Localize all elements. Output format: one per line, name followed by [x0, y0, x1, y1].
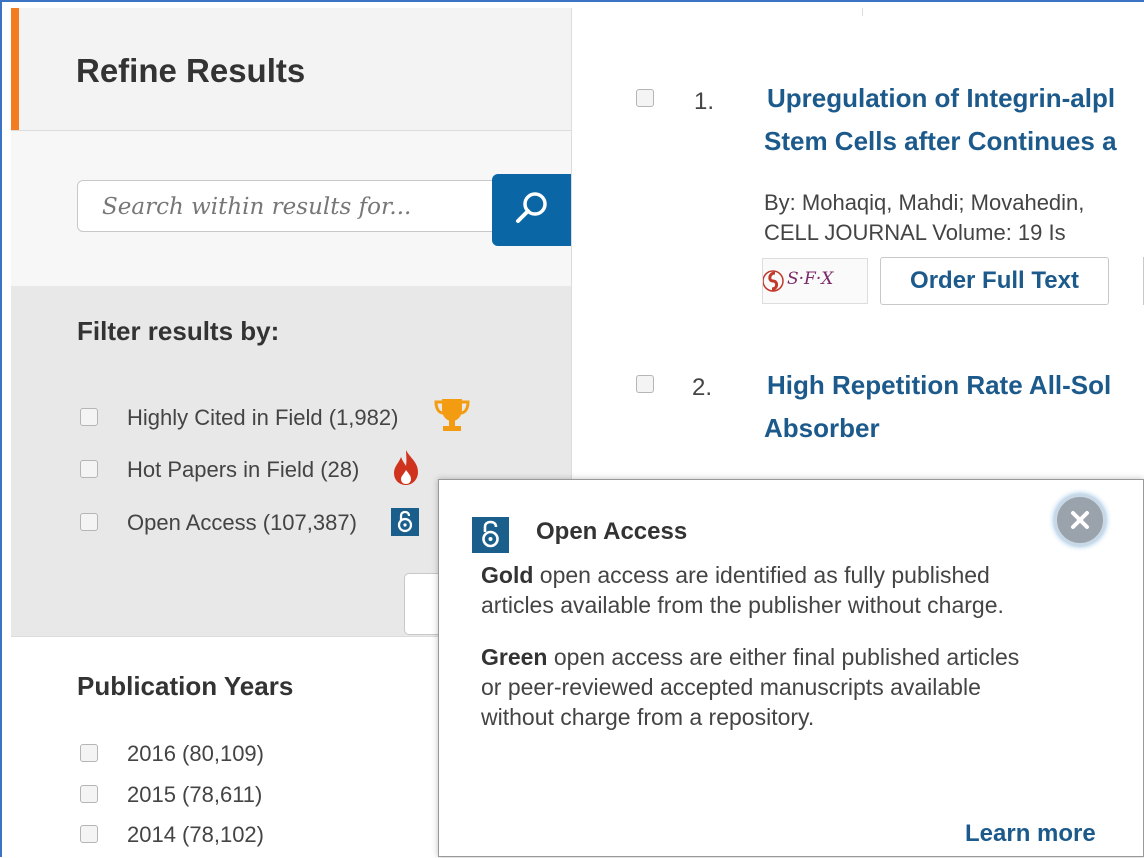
green-text-1: open access are either final published a…	[547, 644, 1020, 670]
result-title-1-line2[interactable]: Stem Cells after Continues a	[764, 126, 1117, 157]
year-checkbox-2014[interactable]	[80, 825, 98, 843]
result-title-2-line1[interactable]: High Repetition Rate All-Sol	[767, 370, 1111, 401]
popover-title: Open Access	[536, 518, 688, 545]
result-number-2: 2.	[692, 374, 713, 401]
flame-icon	[394, 450, 418, 485]
search-area: Search within results for...	[11, 131, 571, 286]
gold-description: Gold open access are identified as fully…	[481, 560, 1121, 620]
years-title: Publication Years	[77, 671, 294, 701]
result-authors-1: By: Mohaqiq, Mahdi; Movahedin,	[764, 190, 1085, 215]
close-button[interactable]	[1054, 494, 1106, 546]
filter-label-highly-cited[interactable]: Highly Cited in Field (1,982)	[127, 405, 398, 431]
year-checkbox-2015[interactable]	[80, 785, 98, 803]
learn-more-link[interactable]: Learn more	[965, 820, 1096, 848]
search-icon	[516, 192, 547, 223]
filter-label-hot-papers[interactable]: Hot Papers in Field (28)	[127, 457, 359, 483]
result-number-1: 1.	[694, 88, 715, 115]
top-divider	[862, 8, 863, 16]
open-access-popover: Open Access Gold open access are identif…	[438, 479, 1144, 857]
order-full-text-button[interactable]: Order Full Text	[880, 257, 1109, 305]
filter-label-open-access[interactable]: Open Access (107,387)	[127, 510, 357, 536]
sfx-label: S·F·X	[787, 269, 834, 289]
year-label-2015[interactable]: 2015 (78,611)	[127, 782, 262, 808]
close-icon	[1071, 511, 1089, 529]
gold-term: Gold	[481, 562, 534, 588]
gold-text-1: open access are identified as fully publ…	[533, 562, 990, 588]
refine-title: Refine Results	[76, 52, 306, 89]
result-checkbox-1[interactable]	[636, 89, 654, 107]
filter-checkbox-open-access[interactable]	[80, 513, 98, 531]
gold-text-2: articles available from the publisher wi…	[481, 592, 1004, 618]
year-label-2016[interactable]: 2016 (80,109)	[127, 741, 264, 767]
result-journal-1: CELL JOURNAL Volume: 19 Is	[764, 220, 1066, 245]
filter-title: Filter results by:	[77, 316, 280, 346]
open-access-icon	[472, 517, 509, 553]
refine-header: Refine Results	[11, 8, 571, 131]
green-description: Green open access are either final publi…	[481, 642, 1121, 732]
year-label-2014[interactable]: 2014 (78,102)	[127, 822, 264, 848]
search-input[interactable]: Search within results for...	[77, 180, 497, 232]
year-checkbox-2016[interactable]	[80, 744, 98, 762]
green-text-2: or peer-reviewed accepted manuscripts av…	[481, 674, 981, 700]
green-term: Green	[481, 644, 548, 670]
trophy-icon	[434, 399, 470, 431]
sfx-link[interactable]: S·F·X	[762, 258, 868, 304]
filter-checkbox-hot-papers[interactable]	[80, 460, 98, 478]
result-title-2-line2[interactable]: Absorber	[764, 413, 880, 444]
filter-checkbox-highly-cited[interactable]	[80, 408, 98, 426]
green-text-3: without charge from a repository.	[481, 704, 815, 730]
open-access-icon	[391, 508, 419, 536]
result-title-1-line1[interactable]: Upregulation of Integrin-alpl	[767, 83, 1115, 114]
accent-bar	[11, 8, 19, 130]
result-checkbox-2[interactable]	[636, 375, 654, 393]
search-button[interactable]	[492, 174, 571, 246]
